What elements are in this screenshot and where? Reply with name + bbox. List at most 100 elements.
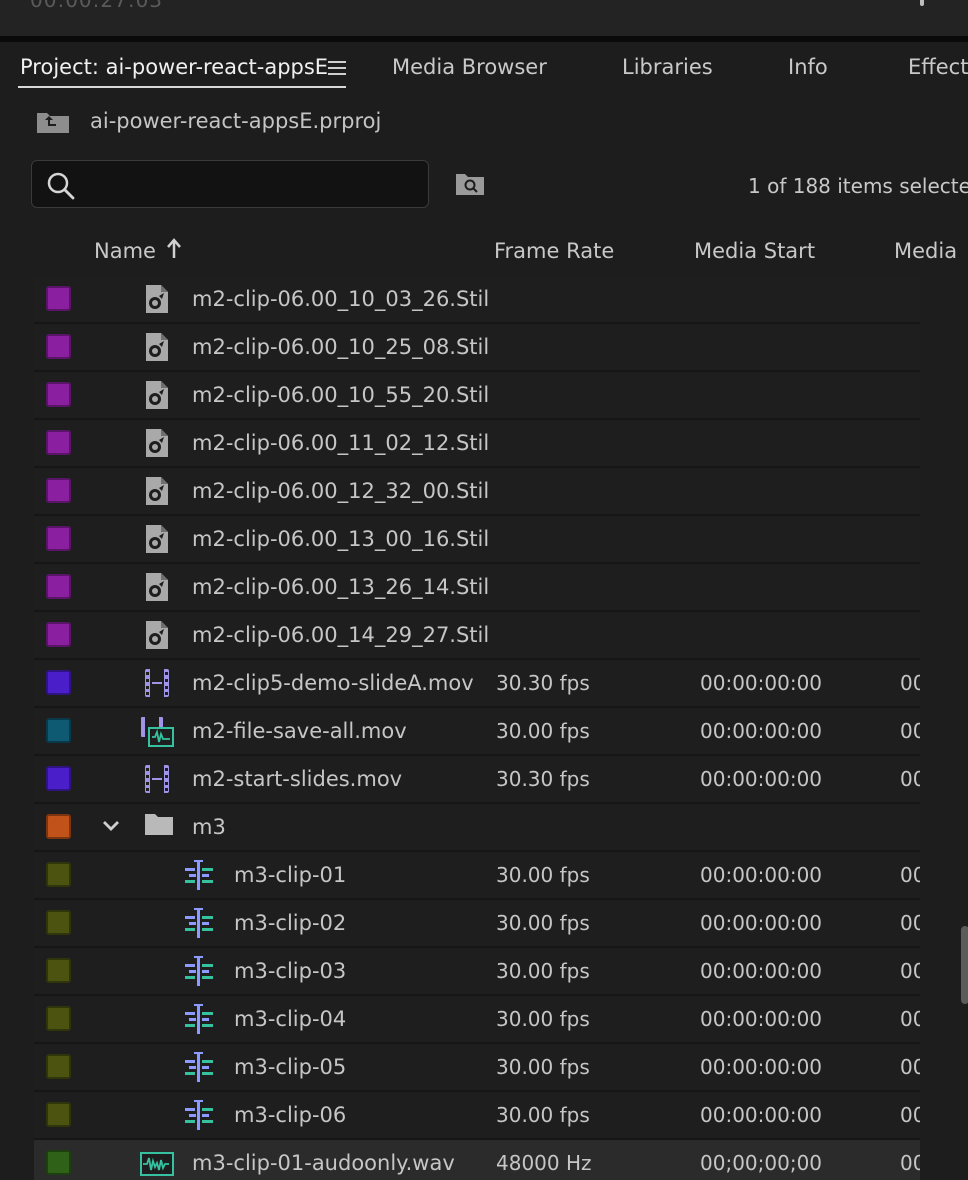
list-item[interactable]: m3-clip-03 30.00 fps 00:00:00:00 00 [34,948,920,996]
item-name: m2-start-slides.mov [192,767,403,791]
item-name: m3-clip-01-audoonly.wav [192,1151,455,1175]
tab-libraries[interactable]: Libraries [622,55,713,79]
frame-rate-value: 30.00 fps [496,719,590,743]
media-start-value: 00:00:00:00 [700,863,823,887]
list-item[interactable]: m3-clip-04 30.00 fps 00:00:00:00 00 [34,996,920,1044]
frame-rate-value: 30.00 fps [496,911,590,935]
label-color-swatch[interactable] [46,334,71,359]
frame-rate-value: 30.00 fps [496,1007,590,1031]
video-clip-icon [144,764,170,798]
media-start-value: 00;00;00;00 [700,1151,823,1175]
label-color-swatch[interactable] [46,574,71,599]
column-name[interactable]: Name [94,239,156,263]
list-item[interactable]: m2-clip-06.00_10_25_08.Stil [34,324,920,372]
media-end-value: 00 [900,911,920,935]
frame-rate-value: 30.00 fps [496,1103,590,1127]
list-item[interactable]: m3-clip-01-audoonly.wav 48000 Hz 00;00;00;… [34,1140,920,1180]
video-audio-clip-icon [140,716,174,752]
label-color-swatch[interactable] [46,478,71,503]
label-color-swatch[interactable] [46,1150,71,1175]
item-name: m2-clip-06.00_13_26_14.Stil [192,575,490,599]
tab-info[interactable]: Info [788,55,828,79]
item-name: m2-clip-06.00_14_29_27.Stil [192,623,490,647]
list-item[interactable]: m2-clip-06.00_14_29_27.Stil [34,612,920,660]
frame-rate-value: 30.30 fps [496,671,590,695]
label-color-swatch[interactable] [46,958,71,983]
list-item[interactable]: m2-clip-06.00_11_02_12.Stil [34,420,920,468]
still-image-icon [144,524,170,558]
label-color-swatch[interactable] [46,670,71,695]
item-name: m3-clip-01 [234,863,347,887]
column-frame-rate[interactable]: Frame Rate [494,239,614,263]
list-item[interactable]: m2-clip-06.00_10_55_20.Stil [34,372,920,420]
media-end-value: 00 [900,1151,920,1175]
label-color-swatch[interactable] [46,286,71,311]
bin-row[interactable]: m3 [34,804,920,852]
panel-menu-icon[interactable] [328,61,346,75]
list-item[interactable]: m3-clip-06 30.00 fps 00:00:00:00 00 [34,1092,920,1140]
list-item[interactable]: m3-clip-01 30.00 fps 00:00:00:00 00 [34,852,920,900]
list-item[interactable]: m2-file-save-all.mov 30.00 fps 00:00:00:00… [34,708,920,756]
label-color-swatch[interactable] [46,766,71,791]
list-item[interactable]: m2-clip5-demo-slideA.mov 30.30 fps 00:00:0… [34,660,920,708]
media-start-value: 00:00:00:00 [700,1103,823,1127]
label-color-swatch[interactable] [46,622,71,647]
media-start-value: 00:00:00:00 [700,719,823,743]
sort-ascending-icon[interactable] [166,238,182,264]
tab-project[interactable]: Project: ai-power-react-appsE [20,55,328,79]
label-color-swatch[interactable] [46,1006,71,1031]
label-color-swatch[interactable] [46,1102,71,1127]
tab-effects[interactable]: Effects [908,55,968,79]
project-item-list[interactable]: m2-clip-06.00_10_03_26.Stil m2-clip-06.00… [34,276,920,1180]
sequence-icon [184,956,214,990]
label-color-swatch[interactable] [46,910,71,935]
label-color-swatch[interactable] [46,382,71,407]
column-media-end[interactable]: Media [894,239,957,263]
active-tab-indicator [18,86,346,88]
parent-folder-icon[interactable] [36,110,70,138]
label-color-swatch[interactable] [46,430,71,455]
list-item[interactable]: m3-clip-02 30.00 fps 00:00:00:00 00 [34,900,920,948]
new-search-bin-icon[interactable] [455,172,485,200]
search-input[interactable] [92,169,412,199]
frame-rate-value: 30.00 fps [496,959,590,983]
sequence-icon [184,860,214,894]
label-color-swatch[interactable] [46,814,71,839]
list-item[interactable]: m2-clip-06.00_13_00_16.Stil [34,516,920,564]
list-item[interactable]: m2-start-slides.mov 30.30 fps 00:00:00:00 0… [34,756,920,804]
media-end-value: 00 [900,1055,920,1079]
item-name: m2-clip-06.00_10_03_26.Stil [192,287,490,311]
top-strip: 00:00:27:03 [0,0,968,36]
list-item[interactable]: m2-clip-06.00_10_03_26.Stil [34,276,920,324]
media-end-value: 00 [900,1103,920,1127]
chevron-down-icon[interactable] [102,818,120,837]
item-name: m2-clip-06.00_10_55_20.Stil [192,383,490,407]
item-name: m3-clip-05 [234,1055,347,1079]
media-end-value: 00 [900,1007,920,1031]
media-end-value: 00 [900,863,920,887]
media-end-value: 00 [900,767,920,791]
item-name: m2-clip-06.00_13_00_16.Stil [192,527,490,551]
list-item[interactable]: m2-clip-06.00_12_32_00.Stil [34,468,920,516]
label-color-swatch[interactable] [46,862,71,887]
list-item[interactable]: m3-clip-05 30.00 fps 00:00:00:00 00 [34,1044,920,1092]
media-end-value: 00 [900,959,920,983]
scrollbar-thumb[interactable] [961,926,968,1004]
media-start-value: 00:00:00:00 [700,1007,823,1031]
label-color-swatch[interactable] [46,1054,71,1079]
tab-media-browser[interactable]: Media Browser [392,55,547,79]
item-name: m3 [192,815,226,839]
sequence-icon [184,908,214,942]
column-media-start[interactable]: Media Start [694,239,815,263]
still-image-icon [144,476,170,510]
still-image-icon [144,572,170,606]
frame-rate-value: 30.00 fps [496,863,590,887]
still-image-icon [144,284,170,318]
still-image-icon [144,620,170,654]
label-color-swatch[interactable] [46,718,71,743]
label-color-swatch[interactable] [46,526,71,551]
media-start-value: 00:00:00:00 [700,767,823,791]
sequence-icon [184,1100,214,1134]
list-item[interactable]: m2-clip-06.00_13_26_14.Stil [34,564,920,612]
search-box[interactable] [31,160,429,208]
